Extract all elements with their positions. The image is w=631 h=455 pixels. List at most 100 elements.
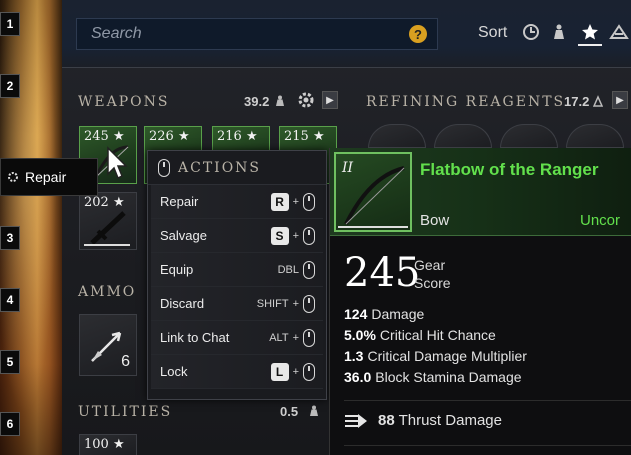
plus-sign: + [292,366,299,378]
tile-gear-score: 215 ★ [284,129,325,144]
key-text: SHIFT [256,298,289,310]
key-text: DBL [277,264,299,276]
mouse-icon [303,363,315,381]
stat-row: 124 Damage [344,306,424,322]
perk-value: 88 [378,412,395,429]
search-input[interactable]: Search ? [76,18,438,50]
help-icon[interactable]: ? [409,25,427,43]
stat-row: 5.0% Critical Hit Chance [344,327,496,343]
action-repair[interactable]: Repair R + [151,185,323,219]
ammo-quantity: 6 [121,353,130,370]
gear-score-label: Gear Score [414,256,451,292]
actions-header: ACTIONS [148,151,326,185]
weapons-section-title: WEAPONS [78,94,170,110]
mouse-icon [158,158,170,177]
action-label: Discard [160,296,205,311]
thrust-icon [345,413,367,428]
action-shortcut: R + [270,193,315,211]
search-placeholder: Search [91,25,142,42]
keycap: L [270,363,289,381]
plus-sign: + [292,230,299,242]
mouse-icon [303,193,315,211]
tile-gear-score: 245 ★ [84,129,125,144]
stat-label: Block Stamina Damage [375,369,522,385]
stat-label: Damage [371,306,425,322]
clock-icon[interactable] [521,22,541,42]
slot-number-6[interactable]: 6 [0,412,20,436]
mouse-icon [303,329,315,347]
tile-gear-score: 216 ★ [217,129,258,144]
plus-sign: + [292,332,299,344]
stat-label: Critical Hit Chance [379,327,496,343]
weight-icon [310,405,318,416]
refining-section-title: REFINING REAGENTS [366,94,566,110]
action-label: Repair [160,194,199,209]
perk-label: Thrust Damage [398,412,502,429]
action-lock[interactable]: Lock L + [151,355,323,389]
action-shortcut: DBL [278,261,315,279]
sort-label: Sort [478,24,508,41]
action-discard[interactable]: Discard SHIFT + [151,287,323,321]
action-label: Salvage [160,228,207,243]
item-name: Flatbow of the Ranger [420,160,599,179]
divider [344,400,631,401]
durability-bar [338,226,408,228]
ammo-section-title: AMMO [78,284,137,300]
star-icon[interactable] [580,22,600,42]
weapons-expand-button[interactable]: ▶ [322,91,338,109]
stat-label: Critical Damage Multiplier [367,348,527,364]
repair-tooltip-label: Repair [25,169,67,185]
gear-score-label-line2: Score [414,275,451,291]
slot-number-3[interactable]: 3 [0,226,20,250]
repair-tooltip: Repair [0,158,98,196]
action-link-to-chat[interactable]: Link to Chat ALT + [151,321,323,355]
mouse-icon [303,295,315,313]
stat-value: 36.0 [344,369,372,385]
refining-weight: 17.2 [564,94,590,109]
gear-score-label-line1: Gear [414,257,446,273]
action-shortcut: SHIFT + [257,295,315,313]
refining-expand-button[interactable]: ▶ [612,91,628,109]
sword-icon [90,211,126,245]
actions-title: ACTIONS [178,159,262,176]
action-label: Link to Chat [160,330,230,345]
plus-sign: + [292,196,299,208]
slot-number-1[interactable]: 1 [0,12,20,36]
utilities-weight: 0.5 [280,404,299,419]
action-label: Lock [160,364,188,379]
utilities-section-title: UTILITIES [78,404,173,420]
action-shortcut: S + [270,227,315,245]
perk-row: 88 Thrust Damage [344,412,502,429]
tier-icon[interactable] [609,22,629,42]
stat-value: 5.0% [344,327,376,343]
weapon-tile-sword[interactable]: 202 ★ [79,192,137,250]
plus-sign: + [292,298,299,310]
utility-tile[interactable]: 100 ★ [79,434,137,455]
keycap: R [270,193,289,211]
gear-icon [8,172,18,182]
action-salvage[interactable]: Salvage S + [151,219,323,253]
weight-icon[interactable] [549,22,569,42]
mouse-icon [303,261,315,279]
arrow-icon [91,331,122,362]
slot-number-2[interactable]: 2 [0,74,20,98]
item-tooltip-card: II Flatbow of the Ranger Bow Uncor 245 G… [329,148,631,455]
stat-value: 1.3 [344,348,364,364]
action-shortcut: ALT + [269,329,315,347]
durability-bar [84,244,130,246]
slot-number-5[interactable]: 5 [0,350,20,374]
sort-active-underline [578,44,602,46]
key-text: ALT [269,332,289,344]
actions-menu: ACTIONS Repair R + Salvage S + Equip DBL… [147,150,327,400]
item-card-header: II Flatbow of the Ranger Bow Uncor [330,148,631,236]
divider [344,445,631,446]
weapons-weight: 39.2 [244,94,270,109]
action-shortcut: L + [270,363,315,381]
mouse-cursor-icon [107,146,128,180]
slot-number-4[interactable]: 4 [0,288,20,312]
gear-icon[interactable] [296,90,316,110]
stat-row: 1.3 Critical Damage Multiplier [344,348,527,364]
keycap: S [270,227,289,245]
action-equip[interactable]: Equip DBL [151,253,323,287]
ammo-tile[interactable]: 6 [79,314,137,376]
